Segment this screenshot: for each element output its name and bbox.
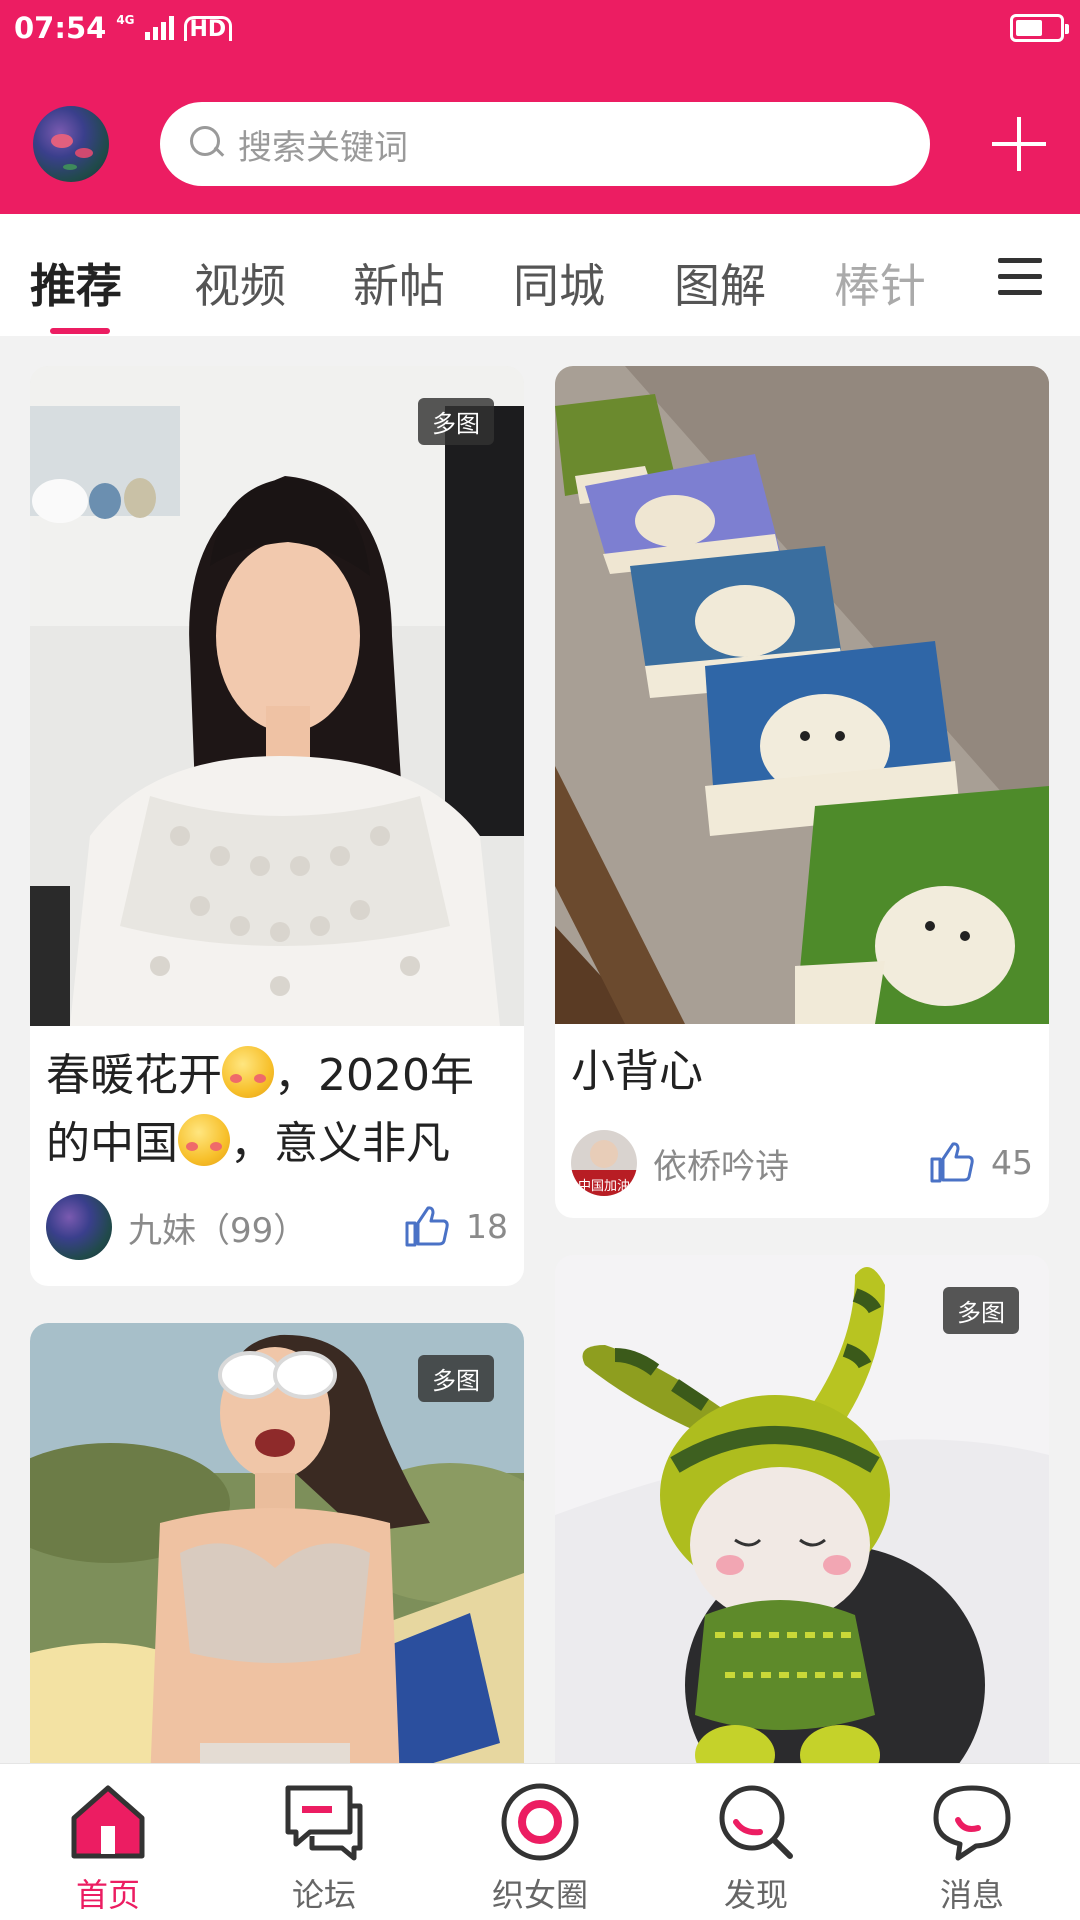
feed-card[interactable]: 小背心 中国加油 依桥吟诗 45: [555, 366, 1049, 1218]
post-title-text: ，意义非凡: [230, 1118, 450, 1169]
like-count: 18: [466, 1206, 508, 1246]
add-post-icon[interactable]: [992, 117, 1046, 171]
author-avatar[interactable]: [46, 1194, 112, 1260]
circle-icon: [501, 1783, 579, 1861]
thumbs-up-icon: [405, 1206, 449, 1247]
thumbs-up-icon: [930, 1142, 974, 1183]
post-author[interactable]: 九妹（99）: [46, 1194, 307, 1260]
nav-label: 首页: [75, 1876, 140, 1914]
author-avatar-image: 中国加油: [571, 1140, 637, 1196]
nav-label: 论坛: [291, 1876, 356, 1914]
author-name[interactable]: 九妹（99）: [128, 1203, 307, 1252]
tab-video[interactable]: 视频: [194, 250, 286, 316]
like-button[interactable]: 18: [404, 1204, 508, 1248]
search-icon: [188, 124, 228, 164]
post-image: [30, 366, 524, 1026]
multi-image-badge: 多图: [943, 1287, 1019, 1334]
post-title: 春暖花开 ，2020年 的中国 ，意义非凡: [46, 1042, 516, 1178]
battery-icon: [1010, 14, 1069, 42]
network-type: 4G: [116, 13, 135, 27]
discover-icon: [719, 1785, 793, 1859]
bottom-navigation: 首页 论坛 织女圈 发现 消息: [0, 1763, 1080, 1920]
feed-card[interactable]: 多图: [555, 1255, 1049, 1783]
top-bar: 07:54 4G HD 搜索关键词: [0, 0, 1080, 214]
like-count: 45: [991, 1142, 1033, 1182]
search-input[interactable]: 搜索关键词: [160, 102, 930, 186]
post-author[interactable]: 中国加油 依桥吟诗: [571, 1130, 789, 1196]
shy-emoji-icon: [178, 1114, 230, 1166]
tab-same-city[interactable]: 同城: [513, 250, 605, 316]
feed-card[interactable]: 多图 春暖花开 ，2020年 的中国 ，意义非凡 九妹（99） 18: [30, 366, 524, 1286]
status-bar: 07:54 4G HD: [0, 0, 1080, 56]
tab-recommend[interactable]: 推荐: [30, 250, 122, 316]
post-title-text: 春暖花开: [46, 1050, 222, 1101]
active-tab-indicator: [50, 328, 110, 334]
nav-label: 消息: [939, 1876, 1004, 1914]
search-placeholder: 搜索关键词: [238, 127, 408, 168]
nav-label: 织女圈: [491, 1876, 588, 1914]
post-title-text: 的中国: [46, 1118, 178, 1169]
blushing-emoji-icon: [222, 1046, 274, 1098]
nav-discover[interactable]: 发现: [676, 1764, 836, 1920]
nav-messages[interactable]: 消息: [892, 1764, 1052, 1920]
category-tabs: 推荐 视频 新帖 同城 图解 棒针: [0, 214, 1080, 336]
nav-forum[interactable]: 论坛: [244, 1764, 404, 1920]
post-title: 小背心: [571, 1046, 703, 1097]
author-name[interactable]: 依桥吟诗: [653, 1139, 789, 1188]
message-icon: [933, 1785, 1011, 1861]
home-icon: [71, 1785, 145, 1859]
signal-icon: [144, 16, 174, 40]
like-button[interactable]: 45: [929, 1140, 1033, 1184]
multi-image-badge: 多图: [418, 398, 494, 445]
tab-knitting[interactable]: 棒针: [834, 250, 926, 316]
nav-circle[interactable]: 织女圈: [460, 1764, 620, 1920]
post-image: [555, 366, 1049, 1024]
post-title-text: ，2020年: [274, 1050, 474, 1101]
nav-label: 发现: [723, 1876, 788, 1914]
author-avatar[interactable]: 中国加油: [571, 1130, 637, 1196]
status-time: 07:54: [14, 11, 107, 45]
nav-home[interactable]: 首页: [28, 1764, 188, 1920]
avatar-caption: 中国加油: [578, 1179, 630, 1194]
menu-icon[interactable]: [998, 258, 1042, 296]
multi-image-badge: 多图: [418, 1355, 494, 1402]
tab-diagram[interactable]: 图解: [674, 250, 766, 316]
forum-icon: [285, 1785, 363, 1861]
post-image: [555, 1255, 1049, 1783]
user-avatar[interactable]: [33, 106, 109, 182]
hd-icon: HD: [183, 15, 233, 41]
feed-card[interactable]: 多图: [30, 1323, 524, 1783]
tab-new-posts[interactable]: 新帖: [353, 250, 445, 316]
